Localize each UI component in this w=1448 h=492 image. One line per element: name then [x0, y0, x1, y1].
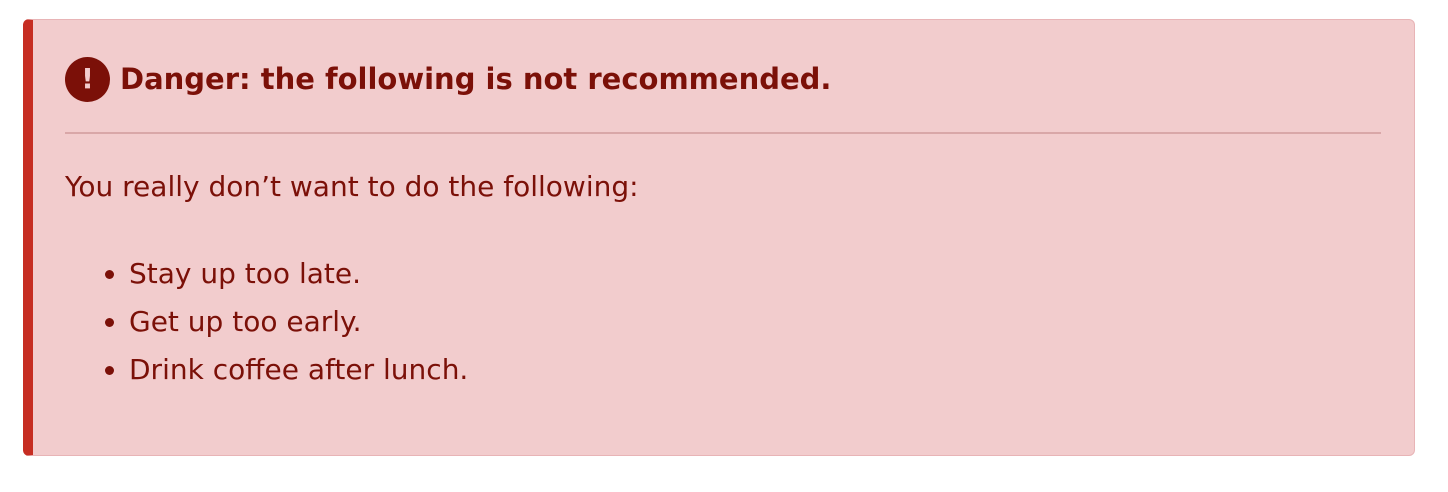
exclamation-circle-icon: !	[65, 56, 110, 102]
callout-divider	[65, 132, 1381, 134]
callout-header: ! Danger: the following is not recommend…	[65, 56, 832, 102]
list-item: Drink coffee after lunch.	[129, 346, 468, 394]
list-item: Stay up too late.	[129, 250, 468, 298]
danger-callout: ! Danger: the following is not recommend…	[23, 19, 1415, 456]
icon-glyph: !	[81, 62, 94, 95]
callout-intro: You really don’t want to do the followin…	[65, 170, 639, 203]
callout-list: Stay up too late. Get up too early. Drin…	[93, 250, 468, 394]
list-item: Get up too early.	[129, 298, 468, 346]
callout-title: Danger: the following is not recommended…	[120, 62, 832, 96]
